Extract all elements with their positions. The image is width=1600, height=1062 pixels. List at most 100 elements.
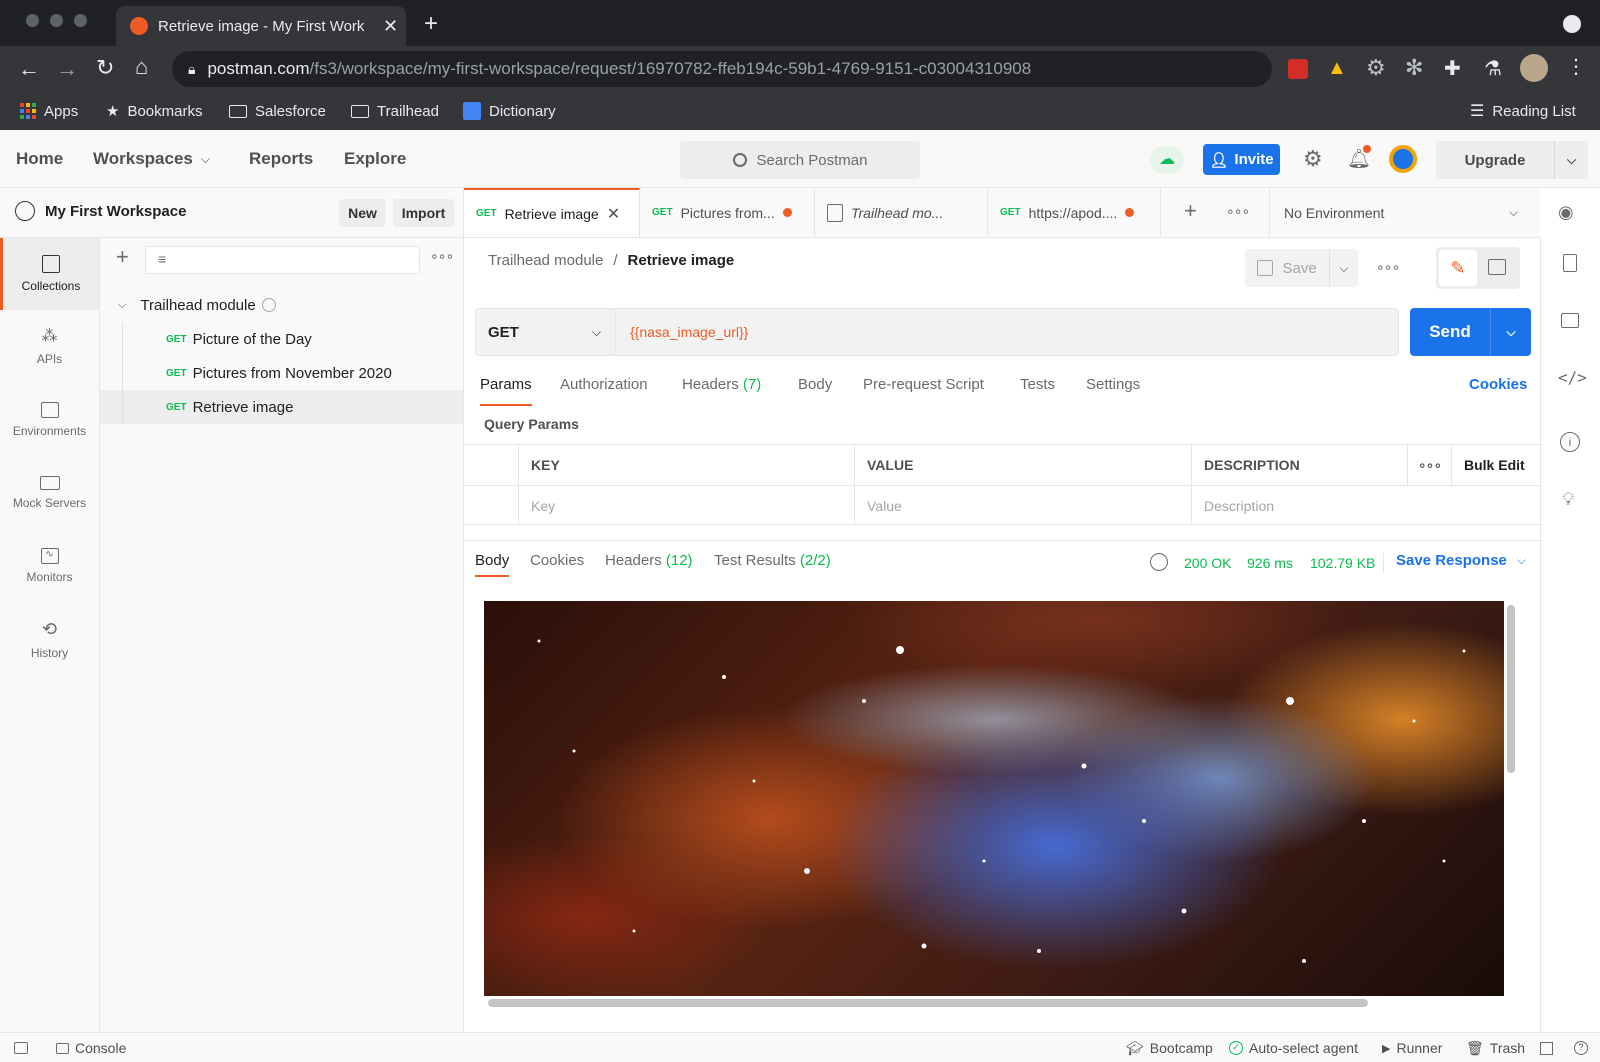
tab-prerequest-script[interactable]: Pre-request Script bbox=[863, 376, 984, 406]
vertical-scrollbar[interactable] bbox=[1507, 605, 1515, 773]
sidebar-item-environments[interactable]: Environments bbox=[0, 384, 99, 456]
save-response-button[interactable]: Save Response ⌵ bbox=[1396, 552, 1526, 569]
response-tab-headers[interactable]: Headers (12) bbox=[605, 552, 693, 569]
new-tab-icon[interactable]: + bbox=[424, 10, 438, 38]
comments-icon[interactable] bbox=[1561, 313, 1579, 328]
method-select[interactable]: GET ⌵ bbox=[476, 309, 616, 355]
profile-avatar[interactable] bbox=[1520, 54, 1548, 82]
import-button[interactable]: Import bbox=[393, 199, 454, 227]
response-tab-test-results[interactable]: Test Results (2/2) bbox=[714, 552, 831, 569]
extension-gear-icon[interactable]: ⚙ bbox=[1366, 55, 1386, 81]
extension-drive-icon[interactable]: ▲ bbox=[1327, 57, 1347, 80]
runner-button[interactable]: ▶ Runner bbox=[1382, 1033, 1442, 1062]
tab-close-icon[interactable]: ✕ bbox=[383, 16, 398, 37]
tree-request-item-selected[interactable]: GET Retrieve image bbox=[100, 390, 463, 424]
environment-select[interactable]: No Environment ⌵ bbox=[1269, 188, 1540, 237]
home-icon[interactable]: ⌂ bbox=[135, 54, 148, 80]
browser-tab-active[interactable]: Retrieve image - My First Work ✕ bbox=[116, 6, 406, 46]
key-input[interactable]: Key bbox=[519, 485, 855, 525]
help-icon[interactable]: ? bbox=[1574, 1033, 1588, 1062]
tree-request-item[interactable]: GET Pictures from November 2020 bbox=[100, 356, 463, 390]
sidebar-item-monitors[interactable]: ∿ Monitors bbox=[0, 530, 99, 602]
url-input[interactable]: {{nasa_image_url}} bbox=[630, 324, 1370, 340]
response-time[interactable]: 926 ms bbox=[1247, 555, 1293, 571]
toggle-sidebar-icon[interactable] bbox=[14, 1033, 28, 1062]
table-more-icon[interactable]: ∘∘∘ bbox=[1408, 445, 1452, 485]
bookmark-apps[interactable]: Apps bbox=[20, 92, 78, 130]
bulk-edit-button[interactable]: Bulk Edit bbox=[1452, 445, 1540, 485]
add-tab-icon[interactable]: + bbox=[1184, 198, 1197, 224]
filter-input[interactable]: ≡ bbox=[145, 246, 420, 274]
tab-params[interactable]: Params bbox=[480, 376, 532, 406]
network-globe-icon[interactable] bbox=[1150, 553, 1168, 571]
collection-folder[interactable]: ⌵ Trailhead module bbox=[100, 288, 463, 322]
nav-reports[interactable]: Reports bbox=[249, 130, 313, 188]
nav-home[interactable]: Home bbox=[16, 130, 63, 188]
bookmark-salesforce[interactable]: Salesforce bbox=[229, 92, 326, 130]
cookies-link[interactable]: Cookies bbox=[1469, 376, 1527, 406]
reading-list[interactable]: ☰ Reading List bbox=[1470, 92, 1576, 130]
nav-explore[interactable]: Explore bbox=[344, 130, 406, 188]
extension-lastpass-icon[interactable] bbox=[1288, 59, 1308, 79]
reload-icon[interactable]: ↻ bbox=[96, 55, 114, 81]
edit-pencil-icon[interactable]: ✎ bbox=[1439, 250, 1477, 286]
breadcrumb-current[interactable]: Retrieve image bbox=[628, 252, 735, 269]
chevron-down-icon[interactable]: ⌵ bbox=[1328, 249, 1358, 287]
response-tab-cookies[interactable]: Cookies bbox=[530, 552, 584, 569]
add-collection-icon[interactable]: + bbox=[116, 244, 129, 270]
code-icon[interactable]: </> bbox=[1558, 368, 1587, 387]
window-minimize-button[interactable] bbox=[50, 14, 63, 27]
more-options-icon[interactable]: ∘∘∘ bbox=[1376, 259, 1400, 276]
sidebar-item-mock-servers[interactable]: Mock Servers bbox=[0, 457, 99, 529]
comment-mode-icon[interactable] bbox=[1488, 259, 1506, 275]
request-tab-active[interactable]: GET Retrieve image ✕ bbox=[464, 188, 640, 237]
workspace-name[interactable]: My First Workspace bbox=[45, 203, 186, 220]
response-status[interactable]: 200 OK bbox=[1184, 555, 1231, 571]
sidebar-item-history[interactable]: ⟲ History bbox=[0, 603, 99, 675]
more-options-icon[interactable]: ∘∘∘ bbox=[430, 248, 454, 265]
invite-button[interactable]: 👤︎ Invite bbox=[1203, 144, 1280, 175]
more-tabs-icon[interactable]: ∘∘∘ bbox=[1226, 203, 1250, 220]
upgrade-button[interactable]: Upgrade ⌵ bbox=[1436, 141, 1588, 179]
tab-search-icon[interactable] bbox=[1563, 15, 1581, 33]
send-button[interactable]: Send ⌵ bbox=[1410, 308, 1531, 356]
search-input[interactable]: Search Postman bbox=[680, 141, 920, 179]
forward-arrow-icon[interactable]: → bbox=[56, 56, 78, 82]
extension-snowflake-icon[interactable]: ✻ bbox=[1405, 55, 1423, 81]
agent-select-button[interactable]: ✓ Auto-select agent bbox=[1229, 1033, 1358, 1062]
sidebar-item-apis[interactable]: ⁂ APIs bbox=[0, 310, 99, 382]
sidebar-item-collections[interactable]: Collections bbox=[0, 238, 99, 310]
request-tab[interactable]: GET https://apod.... bbox=[988, 188, 1161, 237]
value-input[interactable]: Value bbox=[855, 485, 1192, 525]
description-input[interactable]: Description bbox=[1192, 485, 1540, 525]
labs-flask-icon[interactable]: ⚗ bbox=[1484, 56, 1502, 81]
extensions-puzzle-icon[interactable]: ✚ bbox=[1444, 56, 1461, 81]
response-tab-body[interactable]: Body bbox=[475, 552, 510, 577]
info-icon[interactable]: i bbox=[1560, 432, 1580, 452]
tab-authorization[interactable]: Authorization bbox=[560, 376, 648, 406]
documentation-icon[interactable] bbox=[1563, 254, 1577, 272]
row-checkbox[interactable] bbox=[464, 485, 519, 525]
new-button[interactable]: New bbox=[339, 199, 386, 227]
bookmark-bookmarks[interactable]: ★ Bookmarks bbox=[106, 92, 202, 130]
tab-body[interactable]: Body bbox=[798, 376, 832, 406]
tree-request-item[interactable]: GET Picture of the Day bbox=[100, 322, 463, 356]
bookmark-dictionary[interactable]: Dictionary bbox=[463, 92, 556, 130]
sync-cloud-icon[interactable]: ☁ bbox=[1150, 146, 1184, 174]
console-button[interactable]: Console bbox=[56, 1033, 126, 1062]
response-size[interactable]: 102.79 KB bbox=[1310, 555, 1375, 571]
browser-menu-icon[interactable]: ⋮ bbox=[1566, 54, 1586, 79]
bookmark-trailhead[interactable]: Trailhead bbox=[351, 92, 439, 130]
window-maximize-button[interactable] bbox=[74, 14, 87, 27]
breadcrumb-parent[interactable]: Trailhead module bbox=[488, 252, 603, 269]
nav-workspaces[interactable]: Workspaces ⌵ bbox=[93, 130, 210, 188]
user-avatar[interactable] bbox=[1389, 145, 1417, 173]
chevron-down-icon[interactable]: ⌵ bbox=[1554, 141, 1588, 179]
request-tab[interactable]: Trailhead mo... bbox=[815, 188, 988, 237]
trash-button[interactable]: 🗑︎ Trash bbox=[1466, 1033, 1525, 1062]
request-tab[interactable]: GET Pictures from... bbox=[640, 188, 815, 237]
back-arrow-icon[interactable]: ← bbox=[18, 56, 40, 82]
bootcamp-button[interactable]: 🎓︎ Bootcamp bbox=[1126, 1033, 1213, 1062]
environment-quick-look-eye-icon[interactable]: ◉ bbox=[1558, 202, 1574, 223]
window-close-button[interactable] bbox=[26, 14, 39, 27]
